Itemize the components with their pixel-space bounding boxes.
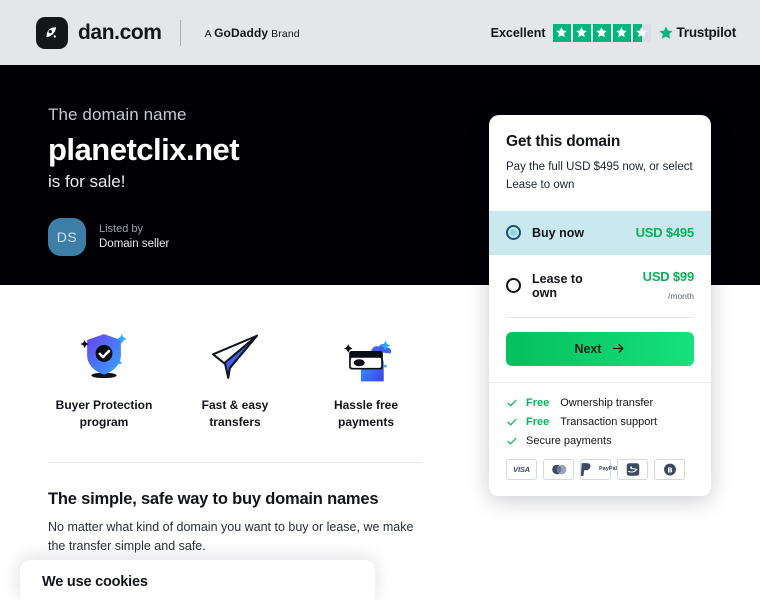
visa-icon: VISA xyxy=(506,458,537,480)
visa-label: VISA xyxy=(513,464,530,474)
site-header: dan.com A GoDaddy Brand Excellent Trustp… xyxy=(0,0,760,65)
option-buy-now-label: Buy now xyxy=(532,225,585,240)
cookie-banner-title: We use cookies xyxy=(42,574,148,590)
perk-item: Secure payments xyxy=(506,435,694,447)
brand-name: dan.com xyxy=(78,20,162,44)
trustpilot-stars xyxy=(552,23,651,42)
star-half-icon xyxy=(632,23,651,42)
listed-by-label: Listed by xyxy=(99,222,144,235)
next-button[interactable]: Next xyxy=(506,331,694,366)
feature-item: Fast & easy transfers xyxy=(179,323,291,432)
perk-item: Free Transaction support xyxy=(506,416,694,428)
dan-logo-icon xyxy=(36,16,68,49)
feature-line1: Buyer Protection xyxy=(55,398,153,412)
feature-label: Fast & easy transfers xyxy=(179,397,291,432)
trustpilot-star-icon xyxy=(659,25,672,39)
star-icon xyxy=(552,23,571,42)
perk-free-tag: Free xyxy=(526,415,550,428)
feature-line1: Fast & easy xyxy=(201,398,269,412)
purchase-card-footer: Free Ownership transfer Free Transaction… xyxy=(489,381,711,496)
radio-dot xyxy=(510,229,517,237)
godaddy-prefix: A xyxy=(204,27,215,40)
feature-line2: payments xyxy=(337,415,395,430)
promo-title: The simple, safe way to buy domain names xyxy=(48,489,379,508)
star-icon xyxy=(612,23,631,42)
svg-text:B: B xyxy=(667,466,672,474)
alipay-icon xyxy=(617,458,648,480)
godaddy-suffix: Brand xyxy=(268,27,300,40)
feature-label: Buyer Protection program xyxy=(48,397,160,432)
check-icon xyxy=(507,399,517,407)
radio-lease-to-own[interactable] xyxy=(506,278,521,294)
brand-divider xyxy=(179,19,181,46)
trustpilot-name: Trustpilot xyxy=(676,25,737,40)
brand-lockup[interactable]: dan.com A GoDaddy Brand xyxy=(36,16,300,49)
feature-item: Buyer Protection program xyxy=(48,323,160,432)
feature-line2: program xyxy=(79,415,129,430)
main-content: Buyer Protection program Fast & easy tra… xyxy=(0,285,470,588)
promo-body: No matter what kind of domain you want t… xyxy=(48,519,414,554)
trustpilot-logo: Trustpilot xyxy=(658,25,737,41)
purchase-card-title: Get this domain xyxy=(506,133,621,150)
option-buy-now[interactable]: Buy now USD $495 xyxy=(489,210,711,255)
option-lease-to-own-price: USD $99 /month xyxy=(617,268,695,304)
option-buy-now-price: USD $495 xyxy=(635,224,695,242)
perk-item: Free Ownership transfer xyxy=(506,397,694,409)
next-button-label: Next xyxy=(574,341,602,356)
star-icon xyxy=(592,23,611,42)
feature-line2: transfers xyxy=(209,415,261,430)
check-icon xyxy=(507,418,517,426)
avatar: DS xyxy=(48,218,86,256)
radio-buy-now[interactable] xyxy=(506,225,521,241)
price-amount: USD $495 xyxy=(635,224,695,240)
seller-name: Domain seller xyxy=(99,237,170,250)
purchase-card-header: Get this domain Pay the full USD $495 no… xyxy=(489,115,711,211)
bitcoin-icon: B xyxy=(654,458,685,480)
paypal-label: PayPal xyxy=(574,462,617,477)
paper-plane-icon xyxy=(179,323,291,383)
purchase-card: Get this domain Pay the full USD $495 no… xyxy=(489,115,711,496)
feature-item: Hassle free payments xyxy=(310,323,422,432)
feature-list: Buyer Protection program Fast & easy tra… xyxy=(48,323,422,432)
price-period: /month xyxy=(668,290,694,301)
perk-free-tag: Free xyxy=(526,396,550,409)
feature-label: Hassle free payments xyxy=(310,397,422,432)
perk-text: Secure payments xyxy=(526,434,612,447)
trustpilot-widget[interactable]: Excellent Trustpilot xyxy=(490,23,737,42)
check-icon xyxy=(507,437,517,445)
price-amount: USD $99 xyxy=(642,268,695,284)
feature-line1: Hassle free xyxy=(333,398,399,412)
godaddy-name: GoDaddy xyxy=(214,25,269,40)
option-lease-to-own[interactable]: Lease to own USD $99 /month xyxy=(489,255,711,317)
hand-card-icon xyxy=(310,323,422,383)
option-lease-to-own-label: Lease to own xyxy=(532,271,583,300)
perk-text: Ownership transfer xyxy=(560,396,654,409)
payment-methods: VISA PayPal B xyxy=(506,458,694,480)
star-icon xyxy=(572,23,591,42)
cookie-banner: We use cookies xyxy=(20,560,375,600)
mastercard-icon xyxy=(543,458,574,480)
paypal-icon: PayPal xyxy=(580,458,617,480)
perk-text: Transaction support xyxy=(560,415,658,428)
godaddy-brand-tag: A GoDaddy Brand xyxy=(205,26,300,40)
shield-check-icon xyxy=(48,323,160,383)
purchase-card-description: Pay the full USD $495 now, or select Lea… xyxy=(506,161,693,191)
trustpilot-rating-word: Excellent xyxy=(490,25,546,40)
arrow-right-icon xyxy=(612,344,624,354)
